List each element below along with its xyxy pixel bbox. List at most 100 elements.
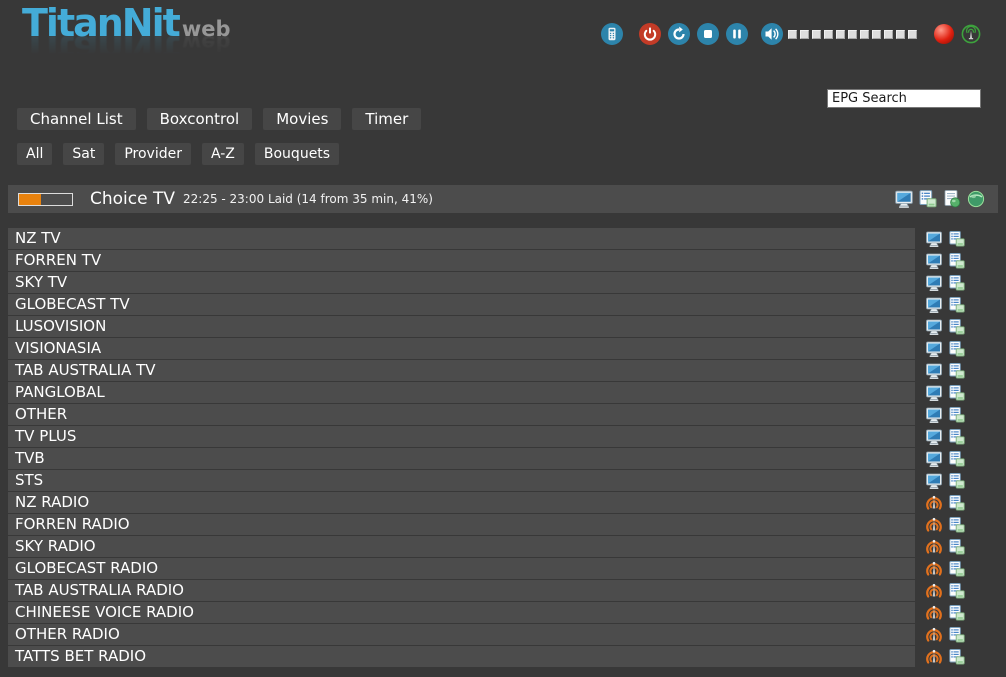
volume-segment[interactable] (896, 30, 905, 39)
tab-timer[interactable]: Timer (352, 108, 421, 130)
channel-row-bar[interactable]: GLOBECAST TV (8, 294, 915, 315)
channel-row-bar[interactable]: PANGLOBAL (8, 382, 915, 403)
tab-channel-list[interactable]: Channel List (17, 108, 136, 130)
tv-monitor-icon[interactable] (925, 450, 943, 468)
volume-segment[interactable] (884, 30, 893, 39)
tv-monitor-icon[interactable] (894, 189, 914, 209)
epg-list-icon[interactable] (948, 626, 966, 644)
channel-row-bar[interactable]: GLOBECAST RADIO (8, 558, 915, 579)
radio-broadcast-icon[interactable] (925, 560, 943, 578)
volume-segment[interactable] (908, 30, 917, 39)
channel-row-actions (925, 604, 966, 622)
channel-row-bar[interactable]: OTHER (8, 404, 915, 425)
volume-segment[interactable] (836, 30, 845, 39)
epg-list-icon[interactable] (948, 604, 966, 622)
volume-segment[interactable] (812, 30, 821, 39)
radio-broadcast-icon[interactable] (925, 648, 943, 666)
channel-row-bar[interactable]: LUSOVISION (8, 316, 915, 337)
channel-row-bar[interactable]: TATTS BET RADIO (8, 646, 915, 667)
channel-row-bar[interactable]: SKY RADIO (8, 536, 915, 557)
pause-icon[interactable] (726, 23, 748, 45)
epg-list-icon[interactable] (948, 428, 966, 446)
epg-search-input[interactable] (827, 89, 981, 108)
filter-all[interactable]: All (17, 143, 52, 165)
epg-list-icon[interactable] (948, 472, 966, 490)
channel-row: PANGLOBAL (8, 382, 998, 403)
tv-monitor-icon[interactable] (925, 384, 943, 402)
epg-list-icon[interactable] (948, 450, 966, 468)
epg-list-icon[interactable] (948, 538, 966, 556)
reload-icon[interactable] (668, 23, 690, 45)
channel-row-bar[interactable]: OTHER RADIO (8, 624, 915, 645)
radio-broadcast-icon[interactable] (925, 582, 943, 600)
channel-row-bar[interactable]: FORREN TV (8, 250, 915, 271)
channel-row-bar[interactable]: TAB AUSTRALIA RADIO (8, 580, 915, 601)
volume-segment[interactable] (788, 30, 797, 39)
record-icon[interactable] (934, 24, 954, 44)
channel-row-bar[interactable]: FORREN RADIO (8, 514, 915, 535)
channel-row-bar[interactable]: TVB (8, 448, 915, 469)
tv-monitor-icon[interactable] (925, 362, 943, 380)
power-icon[interactable] (639, 23, 661, 45)
epg-list-icon[interactable] (948, 252, 966, 270)
tv-monitor-icon[interactable] (925, 406, 943, 424)
epg-list-icon[interactable] (948, 384, 966, 402)
epg-list-icon[interactable] (948, 362, 966, 380)
channel-row-actions (925, 450, 966, 468)
epg-list-icon[interactable] (948, 582, 966, 600)
tv-monitor-icon[interactable] (925, 318, 943, 336)
channel-row-bar[interactable]: STS (8, 470, 915, 491)
channel-row-bar[interactable]: CHINEESE VOICE RADIO (8, 602, 915, 623)
radio-broadcast-icon[interactable] (925, 626, 943, 644)
radio-broadcast-icon[interactable] (925, 516, 943, 534)
filter-bouquets[interactable]: Bouquets (255, 143, 339, 165)
epg-list-icon[interactable] (948, 516, 966, 534)
tv-monitor-icon[interactable] (925, 296, 943, 314)
filter-a-z[interactable]: A-Z (202, 143, 244, 165)
stream-icon[interactable] (961, 24, 981, 44)
channel-row-bar[interactable]: TAB AUSTRALIA TV (8, 360, 915, 381)
volume-segment[interactable] (800, 30, 809, 39)
tv-monitor-icon[interactable] (925, 274, 943, 292)
epg-list-icon[interactable] (948, 648, 966, 666)
radio-broadcast-icon[interactable] (925, 494, 943, 512)
channel-row: OTHER (8, 404, 998, 425)
epg-list-icon[interactable] (948, 318, 966, 336)
epg-list-icon[interactable] (948, 296, 966, 314)
volume-segment[interactable] (860, 30, 869, 39)
channel-name: FORREN RADIO (15, 515, 130, 533)
globe-icon[interactable] (966, 189, 986, 209)
remote-control-icon[interactable] (601, 23, 623, 45)
tv-monitor-icon[interactable] (925, 428, 943, 446)
volume-icon[interactable] (761, 23, 783, 45)
epg-list-icon[interactable] (948, 406, 966, 424)
channel-name: TAB AUSTRALIA RADIO (15, 581, 184, 599)
volume-segment[interactable] (824, 30, 833, 39)
channel-row-bar[interactable]: NZ RADIO (8, 492, 915, 513)
tab-boxcontrol[interactable]: Boxcontrol (147, 108, 253, 130)
epg-list-icon[interactable] (948, 494, 966, 512)
channel-row-bar[interactable]: VISIONASIA (8, 338, 915, 359)
volume-segment[interactable] (848, 30, 857, 39)
epg-list-icon[interactable] (918, 189, 938, 209)
epg-list-icon[interactable] (948, 340, 966, 358)
epg-list-icon[interactable] (948, 274, 966, 292)
filter-sat[interactable]: Sat (63, 143, 104, 165)
tv-monitor-icon[interactable] (925, 230, 943, 248)
stop-icon[interactable] (697, 23, 719, 45)
tv-monitor-icon[interactable] (925, 472, 943, 490)
channel-row-bar[interactable]: SKY TV (8, 272, 915, 293)
tab-movies[interactable]: Movies (263, 108, 341, 130)
epg-list-icon[interactable] (948, 230, 966, 248)
filter-provider[interactable]: Provider (115, 143, 191, 165)
tv-monitor-icon[interactable] (925, 340, 943, 358)
tv-monitor-icon[interactable] (925, 252, 943, 270)
volume-segment[interactable] (872, 30, 881, 39)
radio-broadcast-icon[interactable] (925, 538, 943, 556)
channel-row-bar[interactable]: NZ TV (8, 228, 915, 249)
channel-row-bar[interactable]: TV PLUS (8, 426, 915, 447)
radio-broadcast-icon[interactable] (925, 604, 943, 622)
epg-list-icon[interactable] (948, 560, 966, 578)
volume-level-bar[interactable] (788, 30, 917, 39)
web-epg-icon[interactable] (942, 189, 962, 209)
